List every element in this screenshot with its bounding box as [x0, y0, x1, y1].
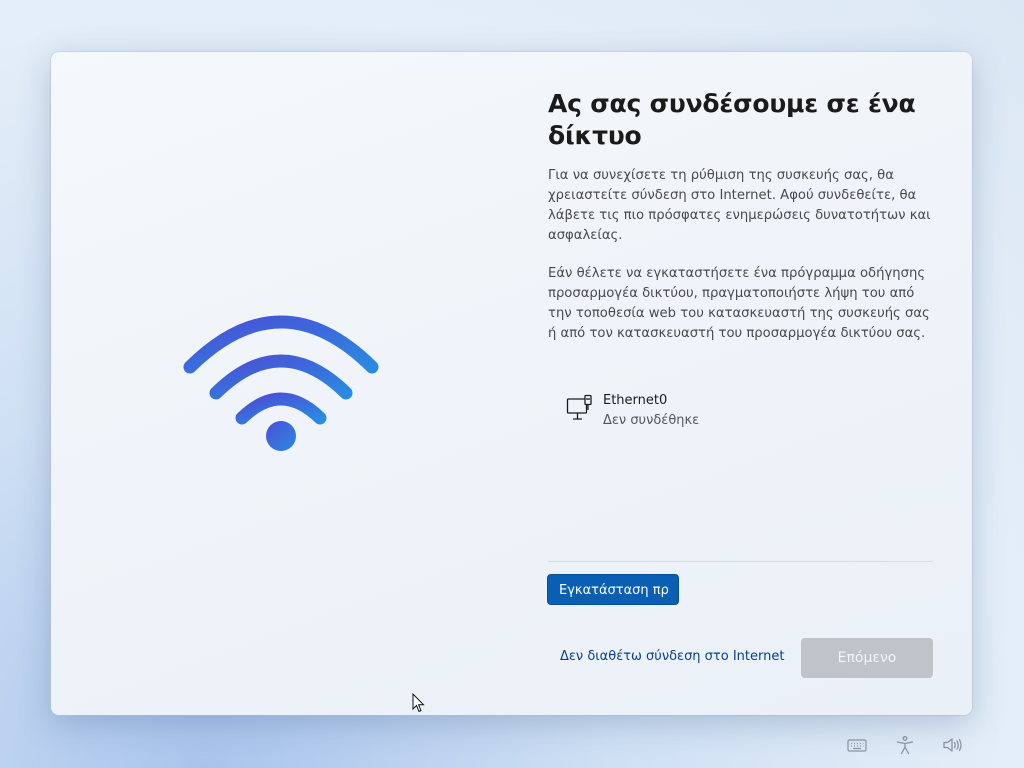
- setup-dialog: Ας σας συνδέσουμε σε ένα δίκτυο Για να σ…: [51, 52, 972, 715]
- next-button[interactable]: Επόμενο: [801, 638, 933, 678]
- accessibility-icon[interactable]: [894, 734, 916, 756]
- no-internet-link[interactable]: Δεν διαθέτω σύνδεση στο Internet: [560, 649, 784, 664]
- page-title: Ας σας συνδέσουμε σε ένα δίκτυο: [548, 89, 916, 150]
- volume-icon[interactable]: [941, 734, 963, 756]
- network-item-ethernet0[interactable]: Ethernet0 Δεν συνδέθηκε: [566, 392, 699, 432]
- network-info: Ethernet0 Δεν συνδέθηκε: [603, 392, 699, 432]
- network-status: Δεν συνδέθηκε: [603, 413, 700, 428]
- driver-text: Εάν θέλετε να εγκαταστήσετε ένα πρόγραμμ…: [548, 266, 930, 341]
- keyboard-icon[interactable]: [846, 734, 868, 756]
- network-name: Ethernet0: [603, 393, 668, 408]
- dialog-content: Ας σας συνδέσουμε σε ένα δίκτυο Για να σ…: [548, 88, 938, 344]
- intro-text: Για να συνεχίσετε τη ρύθμιση της συσκευή…: [548, 168, 931, 243]
- wifi-icon: [183, 315, 379, 451]
- install-driver-button[interactable]: Εγκατάσταση πρ: [547, 574, 679, 605]
- divider: [548, 561, 933, 562]
- mouse-cursor-icon: [412, 693, 425, 713]
- ethernet-icon: [566, 394, 592, 420]
